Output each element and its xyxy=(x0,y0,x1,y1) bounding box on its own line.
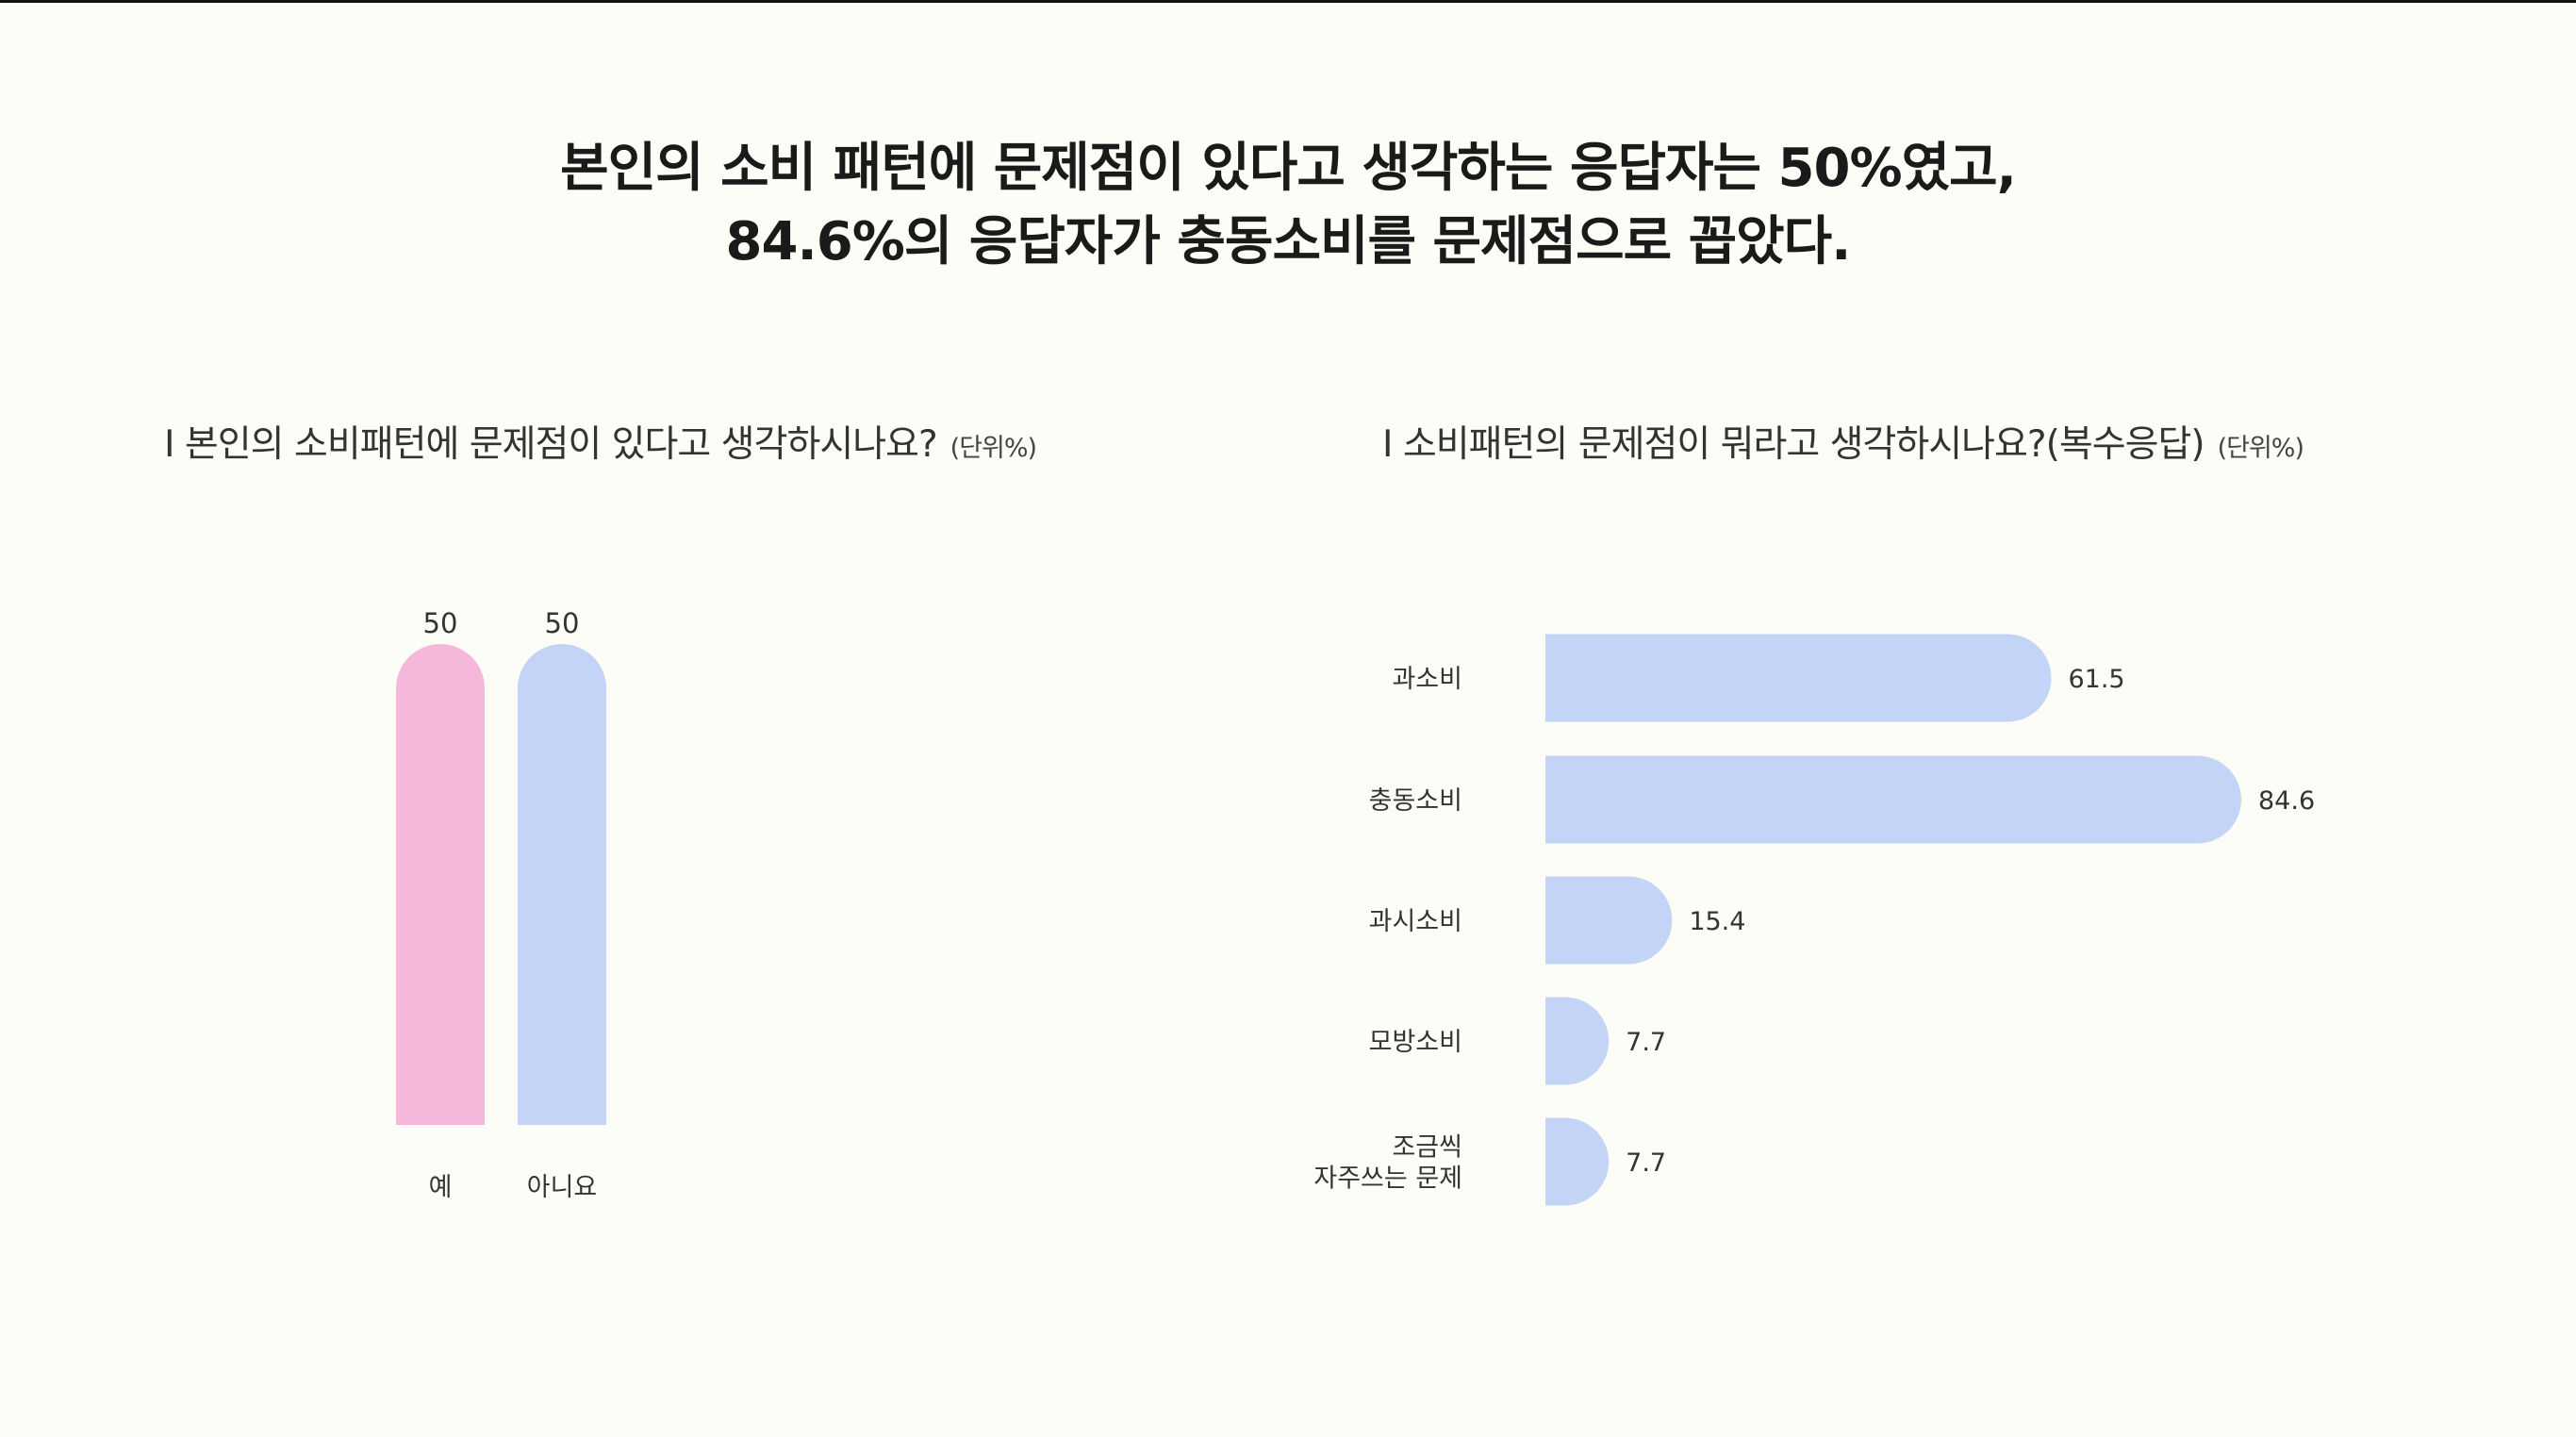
hbar-value-label-5: 7.7 xyxy=(1626,1148,1666,1178)
hbar-5 xyxy=(1545,1117,1610,1206)
vbar-2 xyxy=(518,644,606,1125)
hbar-4 xyxy=(1545,997,1610,1085)
hbar-2 xyxy=(1545,755,2241,844)
hbar-value-label-4: 7.7 xyxy=(1626,1028,1666,1057)
hbar-value-label-3: 15.4 xyxy=(1689,907,1745,936)
charts-canvas: 50 예 50 아니요 61.5 과소비 84.6 충동소비 15.4 과시소비 7.7 모방소비 7… xyxy=(396,607,2315,1206)
vbar-1 xyxy=(396,644,485,1125)
vbar-category-label-1: 예 xyxy=(429,1173,453,1202)
vbar-value-label-1: 50 xyxy=(423,607,458,639)
horizontal-bar-chart: 61.5 과소비 84.6 충동소비 15.4 과시소비 7.7 모방소비 7.7 조금씩자주쓰는… xyxy=(1313,634,2315,1206)
hbar-value-label-1: 61.5 xyxy=(2068,665,2124,694)
hbar-category-label-5-line-2: 자주쓰는 문제 xyxy=(1313,1164,1462,1194)
hbar-3 xyxy=(1545,876,1673,965)
vbar-value-label-2: 50 xyxy=(545,607,580,639)
hbar-category-label-3: 과시소비 xyxy=(1369,907,1462,936)
hbar-category-label-4: 모방소비 xyxy=(1369,1028,1462,1057)
hbar-value-label-2: 84.6 xyxy=(2258,786,2315,816)
vbar-category-label-2: 아니요 xyxy=(527,1173,598,1202)
hbar-1 xyxy=(1545,634,2052,722)
hbar-category-label-5-line-1: 조금씩 xyxy=(1392,1133,1462,1163)
vertical-bar-chart: 50 예 50 아니요 xyxy=(396,607,606,1202)
hbar-category-label-2: 충동소비 xyxy=(1369,786,1462,816)
hbar-category-label-1: 과소비 xyxy=(1392,665,1462,694)
